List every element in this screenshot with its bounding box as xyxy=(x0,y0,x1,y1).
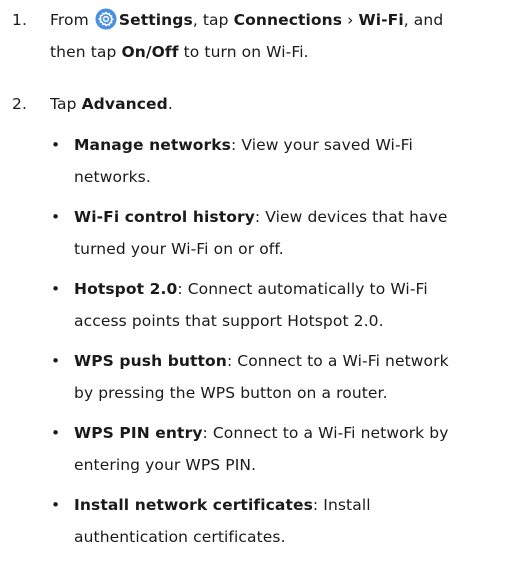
text: , and xyxy=(403,11,444,29)
list-item-text: Install network certificates: Install au… xyxy=(74,489,514,553)
settings-gear-icon xyxy=(95,8,117,30)
text: From xyxy=(50,11,94,29)
bullet-point: • xyxy=(51,424,61,442)
option-description: : View devices that have xyxy=(254,208,448,226)
bullet-point: • xyxy=(51,280,61,298)
list-item-line: Install network certificates: Install xyxy=(74,489,514,521)
option-description: : Connect automatically to Wi-Fi xyxy=(177,280,428,298)
step-2-text: Tap Advanced. xyxy=(50,88,512,120)
text: Tap xyxy=(50,95,82,113)
step-1-line-1: From Settings, tap Connections › Wi-Fi, … xyxy=(50,4,512,36)
connections-label: Connections xyxy=(233,11,343,29)
option-term: Manage networks xyxy=(74,136,231,154)
list-item-line: Hotspot 2.0: Connect automatically to Wi… xyxy=(74,273,514,305)
step-1-line-2: then tap On/Off to turn on Wi-Fi. xyxy=(50,36,512,68)
step-2-line-1: Tap Advanced. xyxy=(50,88,512,120)
option-description: : Connect to a Wi-Fi network xyxy=(226,352,449,370)
option-description-cont: entering your WPS PIN. xyxy=(74,456,257,474)
list-item-text: WPS PIN entry: Connect to a Wi-Fi networ… xyxy=(74,417,514,481)
option-description: : Connect to a Wi-Fi network by xyxy=(202,424,449,442)
text: . xyxy=(167,95,173,113)
list-item-line: Wi-Fi control history: View devices that… xyxy=(74,201,514,233)
bullet-point: • xyxy=(51,136,61,154)
option-term: WPS PIN entry xyxy=(74,424,203,442)
onoff-label: On/Off xyxy=(121,43,179,61)
option-description-cont: networks. xyxy=(74,168,151,186)
text: then tap xyxy=(50,43,122,61)
option-term: WPS push button xyxy=(74,352,227,370)
option-term: Wi-Fi control history xyxy=(74,208,255,226)
instructions-document: 1. From Settings, tap Connections › Wi-F… xyxy=(0,0,520,564)
step-1-text: From Settings, tap Connections › Wi-Fi, … xyxy=(50,4,512,68)
option-description: : View your saved Wi-Fi xyxy=(230,136,413,154)
settings-label: Settings xyxy=(118,11,193,29)
list-item-text: Wi-Fi control history: View devices that… xyxy=(74,201,514,265)
step-number: 2. xyxy=(12,95,27,113)
list-item-text: Hotspot 2.0: Connect automatically to Wi… xyxy=(74,273,514,337)
bullet-point: • xyxy=(51,208,61,226)
option-description-cont: authentication certificates. xyxy=(74,528,286,546)
option-term: Install network certificates xyxy=(74,496,313,514)
bullet-point: • xyxy=(51,496,61,514)
chevron-separator: › xyxy=(342,11,359,29)
text: to turn on Wi-Fi. xyxy=(178,43,309,61)
option-term: Hotspot 2.0 xyxy=(74,280,178,298)
advanced-label: Advanced xyxy=(81,95,168,113)
list-item-line: WPS push button: Connect to a Wi-Fi netw… xyxy=(74,345,514,377)
option-description-cont: turned your Wi-Fi on or off. xyxy=(74,240,284,258)
list-item-line: WPS PIN entry: Connect to a Wi-Fi networ… xyxy=(74,417,514,449)
list-item-text: Manage networks: View your saved Wi-Fi n… xyxy=(74,129,514,193)
text: , tap xyxy=(192,11,234,29)
list-item-text: WPS push button: Connect to a Wi-Fi netw… xyxy=(74,345,514,409)
step-number: 1. xyxy=(12,11,27,29)
list-item-line: Manage networks: View your saved Wi-Fi xyxy=(74,129,514,161)
wifi-label: Wi-Fi xyxy=(358,11,404,29)
bullet-point: • xyxy=(51,352,61,370)
option-description: : Install xyxy=(312,496,371,514)
option-description-cont: access points that support Hotspot 2.0. xyxy=(74,312,384,330)
option-description-cont: by pressing the WPS button on a router. xyxy=(74,384,388,402)
